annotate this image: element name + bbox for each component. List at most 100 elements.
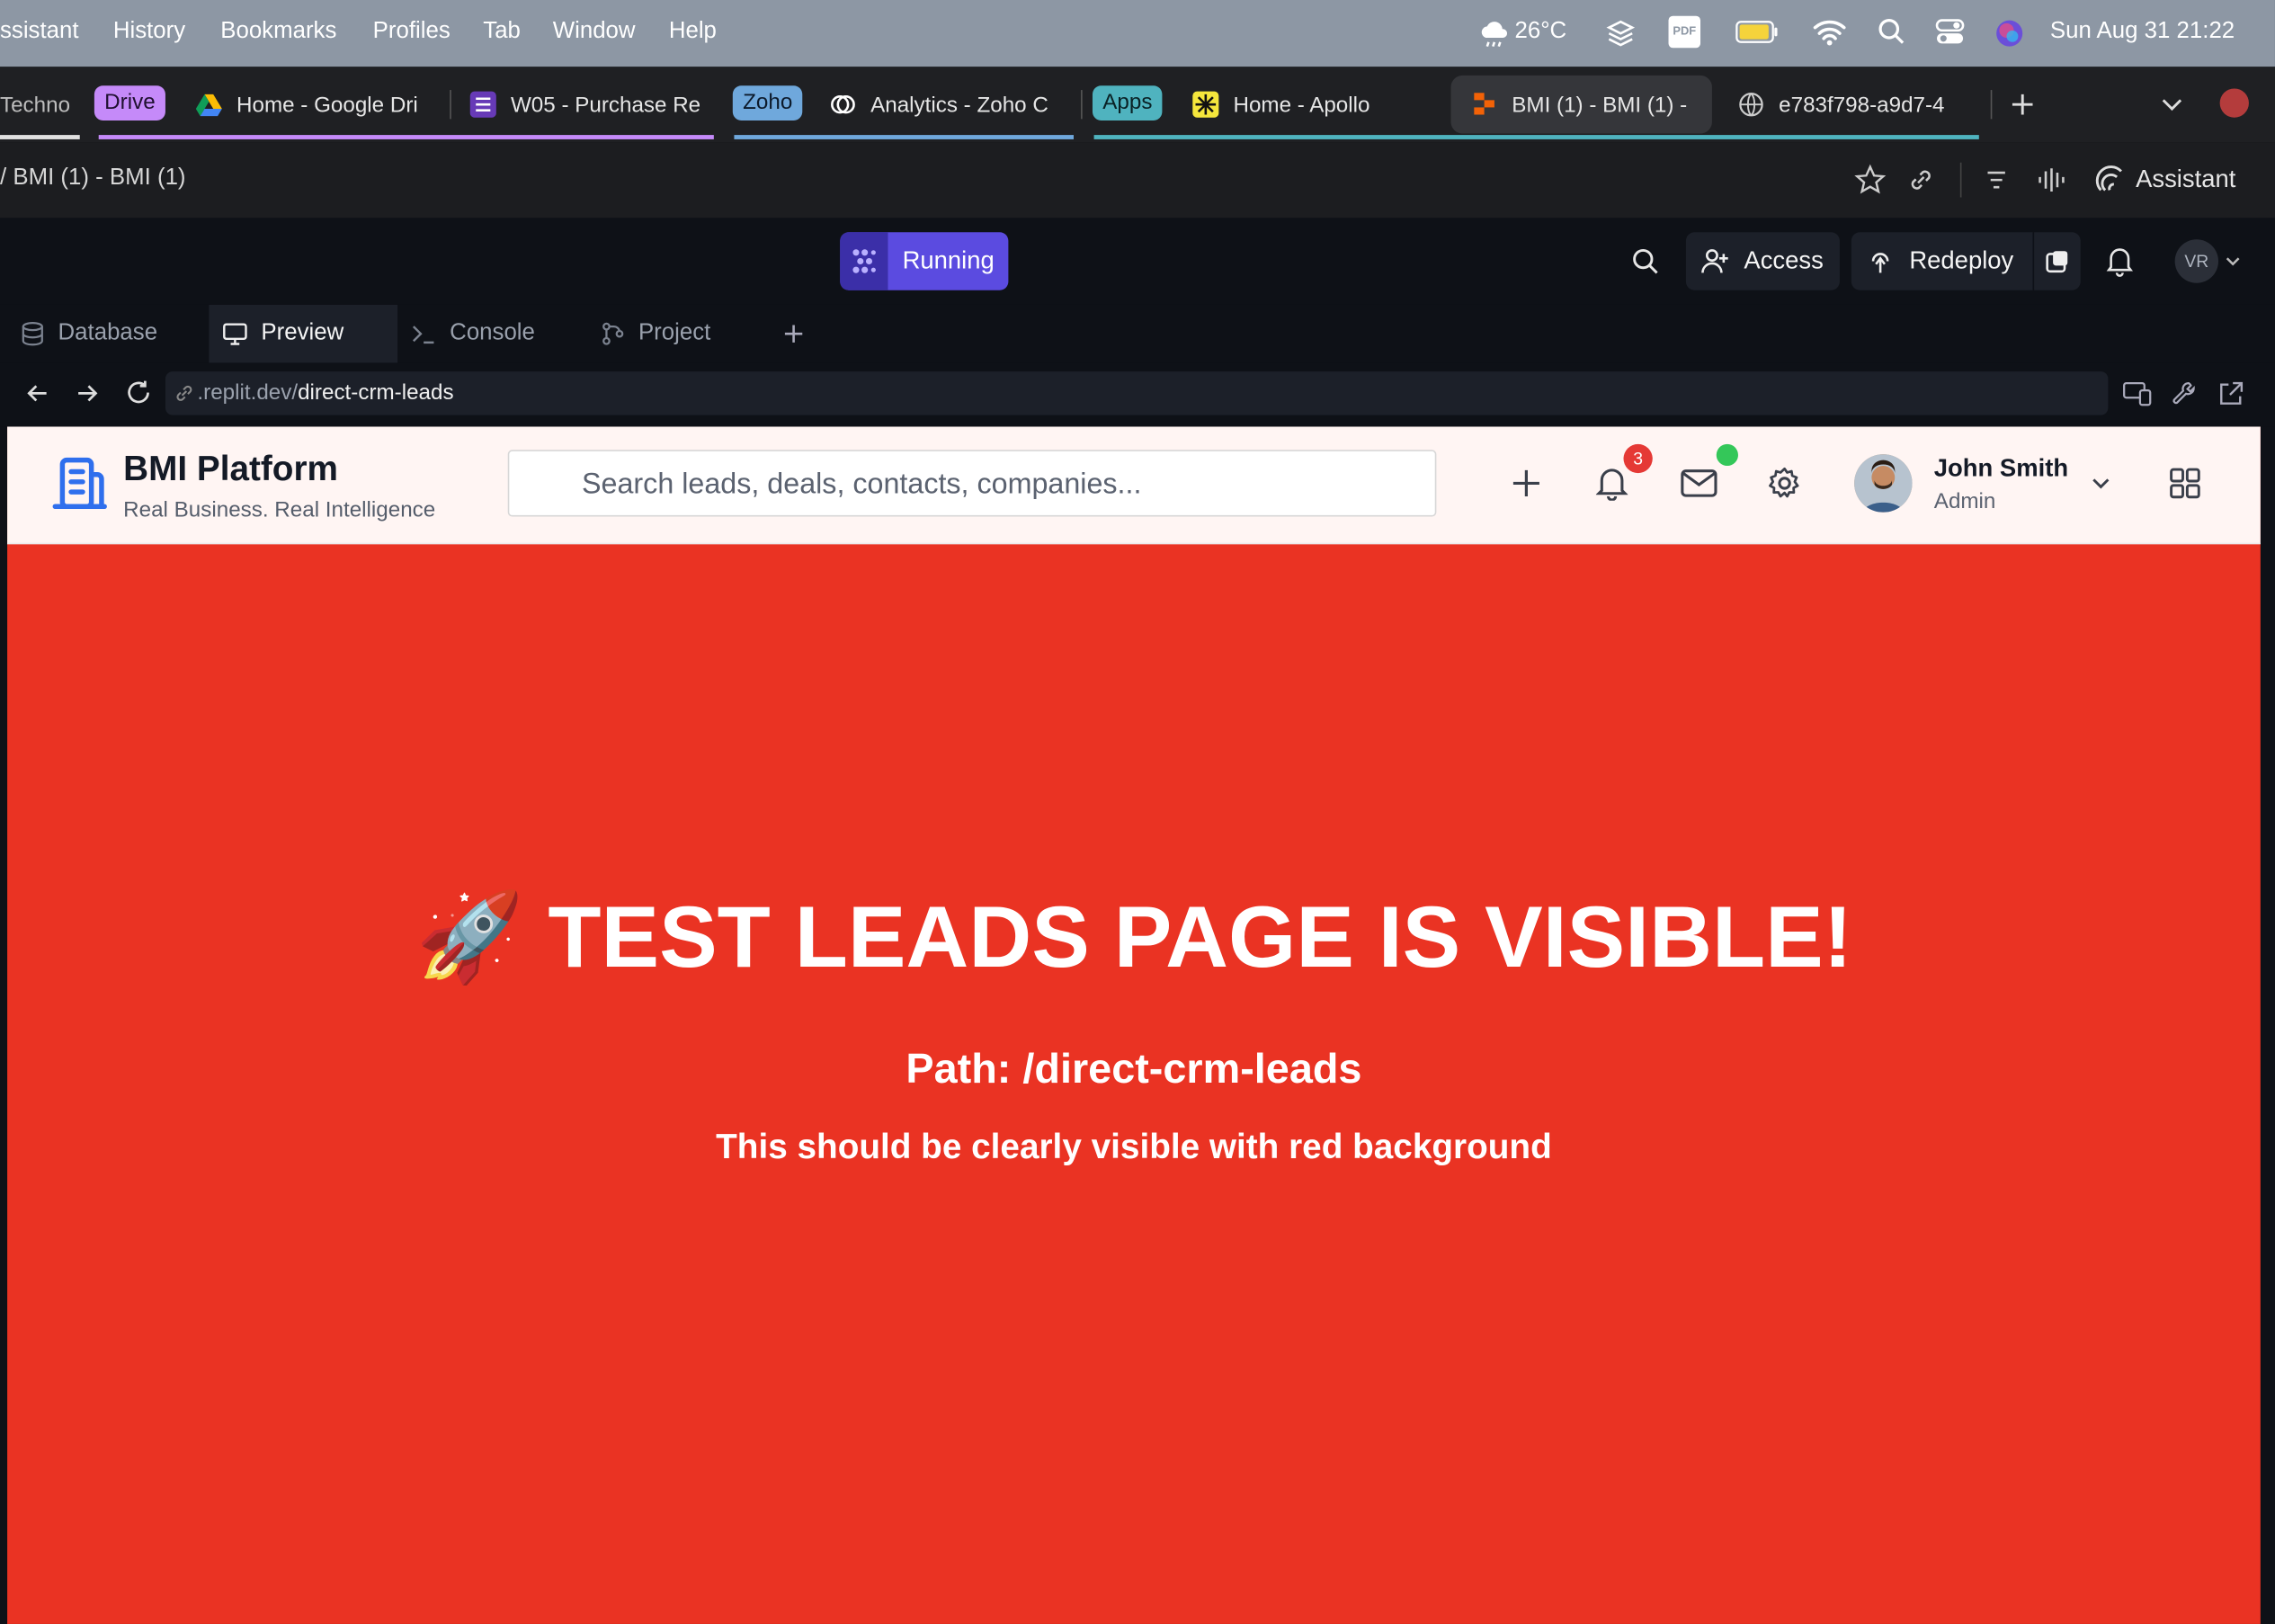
battery-icon[interactable] xyxy=(1735,21,1779,44)
assistant-icon[interactable] xyxy=(2095,164,2127,196)
tab-technology[interactable]: Techno xyxy=(0,67,80,142)
tab-group-zoho[interactable]: Zoho xyxy=(732,85,803,120)
hero-path: Path: /direct-crm-leads xyxy=(906,1046,1362,1093)
menu-help[interactable]: Help xyxy=(669,19,717,45)
user-avatar[interactable]: VR xyxy=(2174,239,2219,283)
pdf-icon[interactable]: PDF xyxy=(1668,15,1701,49)
database-icon xyxy=(21,321,45,347)
tab-separator xyxy=(1081,90,1083,120)
siri-icon[interactable] xyxy=(1994,17,2025,49)
building-logo-icon[interactable] xyxy=(50,454,109,513)
global-search-input[interactable]: Search leads, deals, contacts, companies… xyxy=(507,450,1437,517)
bell-icon[interactable] xyxy=(1595,466,1628,501)
settings-gear-icon[interactable] xyxy=(1767,466,1802,501)
menu-bookmarks[interactable]: Bookmarks xyxy=(220,19,336,45)
weather-temp: 26°C xyxy=(1514,18,1567,44)
tab-label: Analytics - Zoho C xyxy=(870,92,1048,117)
tab-project[interactable]: Project xyxy=(601,305,763,363)
new-tab-icon[interactable] xyxy=(2008,90,2037,119)
tab-uuid-page[interactable]: e783f798-a9d7-4 xyxy=(1738,67,1970,142)
rocket-icon: 🚀 xyxy=(415,888,524,986)
run-status-button[interactable]: Running xyxy=(840,232,1009,290)
run-status-label: Running xyxy=(902,246,995,275)
stop-icon xyxy=(840,232,888,290)
menu-history[interactable]: History xyxy=(113,19,185,45)
hero-note: This should be clearly visible with red … xyxy=(716,1128,1552,1167)
tab-apollo[interactable]: Home - Apollo xyxy=(1192,67,1439,142)
menu-bar: ssistant History Bookmarks Profiles Tab … xyxy=(0,0,2275,67)
tab-label: e783f798-a9d7-4 xyxy=(1779,92,1945,117)
tab-zoho-analytics[interactable]: Analytics - Zoho C xyxy=(830,67,1071,142)
app-preview: BMI Platform Real Business. Real Intelli… xyxy=(7,426,2261,1624)
layers-icon[interactable] xyxy=(1605,17,1637,49)
bookmark-star-icon[interactable] xyxy=(1854,164,1887,196)
user-avatar-photo[interactable] xyxy=(1854,454,1913,513)
menu-assistant[interactable]: ssistant xyxy=(0,19,79,45)
tab-group-line-zoho xyxy=(734,135,1074,139)
menu-profiles[interactable]: Profiles xyxy=(373,19,451,45)
page-title[interactable]: / BMI (1) - BMI (1) xyxy=(0,165,186,192)
toolbar-divider xyxy=(1959,162,1962,198)
notifications-icon[interactable] xyxy=(2105,245,2134,278)
tab-group-drive[interactable]: Drive xyxy=(94,85,165,120)
notification-count-badge: 3 xyxy=(1623,443,1653,474)
user-name: John Smith xyxy=(1933,454,2069,482)
browser-tab-strip: Techno Drive Home - Google Dri W05 - Pur… xyxy=(0,67,2275,143)
tab-project-label: Project xyxy=(638,320,711,346)
tab-google-drive[interactable]: Home - Google Dri xyxy=(195,67,442,142)
tab-database[interactable]: Database xyxy=(21,305,207,363)
deploy-options-icon[interactable] xyxy=(2032,232,2081,290)
redeploy-button[interactable]: Redeploy xyxy=(1851,232,2081,290)
wifi-icon[interactable] xyxy=(1812,17,1847,46)
tab-label: Techno xyxy=(0,92,71,117)
app-grid-icon[interactable] xyxy=(2169,468,2200,500)
menu-tab[interactable]: Tab xyxy=(483,19,521,45)
brand-subtitle: Real Business. Real Intelligence xyxy=(123,497,436,523)
forward-arrow-icon[interactable] xyxy=(74,380,100,406)
menu-window[interactable]: Window xyxy=(553,19,636,45)
hero-headline: TEST LEADS PAGE IS VISIBLE! xyxy=(548,888,1852,986)
user-role: Admin xyxy=(1933,488,1996,514)
preview-url-bar: .replit.dev/direct-crm-leads xyxy=(0,362,2275,427)
reader-mode-icon[interactable] xyxy=(1982,165,2011,194)
devtools-wrench-icon[interactable] xyxy=(2171,380,2199,408)
user-menu-chevron-down-icon[interactable] xyxy=(2091,473,2111,494)
terminal-icon xyxy=(411,321,437,347)
deploy-icon xyxy=(1866,246,1895,275)
tab-active-underline xyxy=(0,135,80,139)
device-preview-icon[interactable] xyxy=(2123,380,2152,406)
tab-purchase-report[interactable]: W05 - Purchase Re xyxy=(469,67,714,142)
preview-url-input[interactable]: .replit.dev/direct-crm-leads xyxy=(165,371,2109,415)
tab-group-apps[interactable]: Apps xyxy=(1092,85,1163,120)
add-tab-icon[interactable] xyxy=(781,321,807,347)
reload-icon[interactable] xyxy=(125,379,153,406)
tab-preview[interactable]: Preview xyxy=(209,304,398,363)
avatar-chevron-down-icon[interactable] xyxy=(2224,253,2241,270)
control-center-icon[interactable] xyxy=(1935,17,1965,46)
add-new-icon[interactable] xyxy=(1511,468,1542,500)
tab-bmi-active[interactable]: BMI (1) - BMI (1) - xyxy=(1450,75,1712,134)
brand-title[interactable]: BMI Platform xyxy=(123,450,338,490)
open-in-new-tab-icon[interactable] xyxy=(2217,380,2244,408)
weather-icon[interactable] xyxy=(1477,17,1512,49)
redeploy-label: Redeploy xyxy=(1909,246,2014,275)
clock[interactable]: Sun Aug 31 21:22 xyxy=(2050,19,2235,45)
profile-avatar[interactable] xyxy=(2219,88,2249,118)
assistant-button[interactable]: Assistant xyxy=(2136,165,2235,194)
back-arrow-icon[interactable] xyxy=(24,380,50,406)
replit-icon xyxy=(1471,92,1497,118)
audio-wave-icon[interactable] xyxy=(2036,164,2067,196)
search-icon[interactable] xyxy=(1631,246,1660,275)
mail-icon[interactable] xyxy=(1680,468,1717,497)
replit-pane-tabs: Database Preview Console Project xyxy=(0,304,2275,363)
access-button[interactable]: Access xyxy=(1685,232,1840,290)
tab-separator xyxy=(1990,90,1993,120)
list-icon xyxy=(469,91,496,118)
tab-console[interactable]: Console xyxy=(411,305,582,363)
tab-list-chevron-icon[interactable] xyxy=(2159,93,2185,116)
tab-label: Home - Apollo xyxy=(1233,92,1370,117)
zoho-analytics-icon xyxy=(830,92,856,118)
tab-separator xyxy=(450,90,451,120)
spotlight-search-icon[interactable] xyxy=(1878,17,1906,46)
copy-link-icon[interactable] xyxy=(1906,165,1935,194)
